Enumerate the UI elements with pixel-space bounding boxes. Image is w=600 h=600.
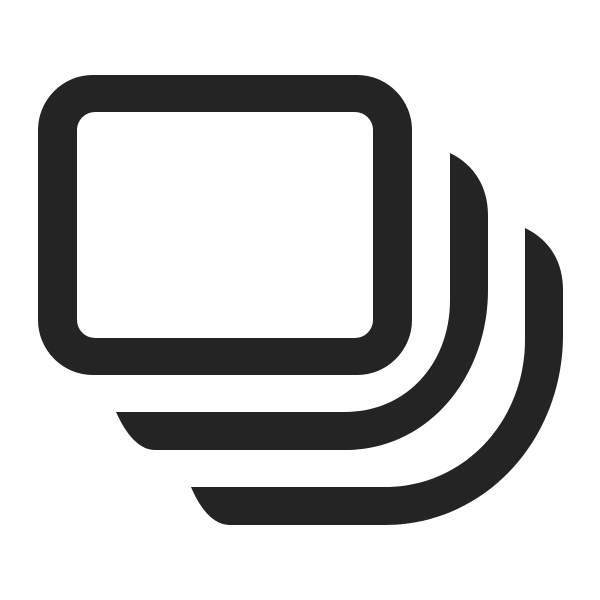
middle-card-edge bbox=[116, 153, 488, 450]
front-card-outline bbox=[38, 75, 412, 375]
stacked-cards-icon bbox=[38, 75, 563, 525]
icon-canvas bbox=[0, 0, 600, 600]
